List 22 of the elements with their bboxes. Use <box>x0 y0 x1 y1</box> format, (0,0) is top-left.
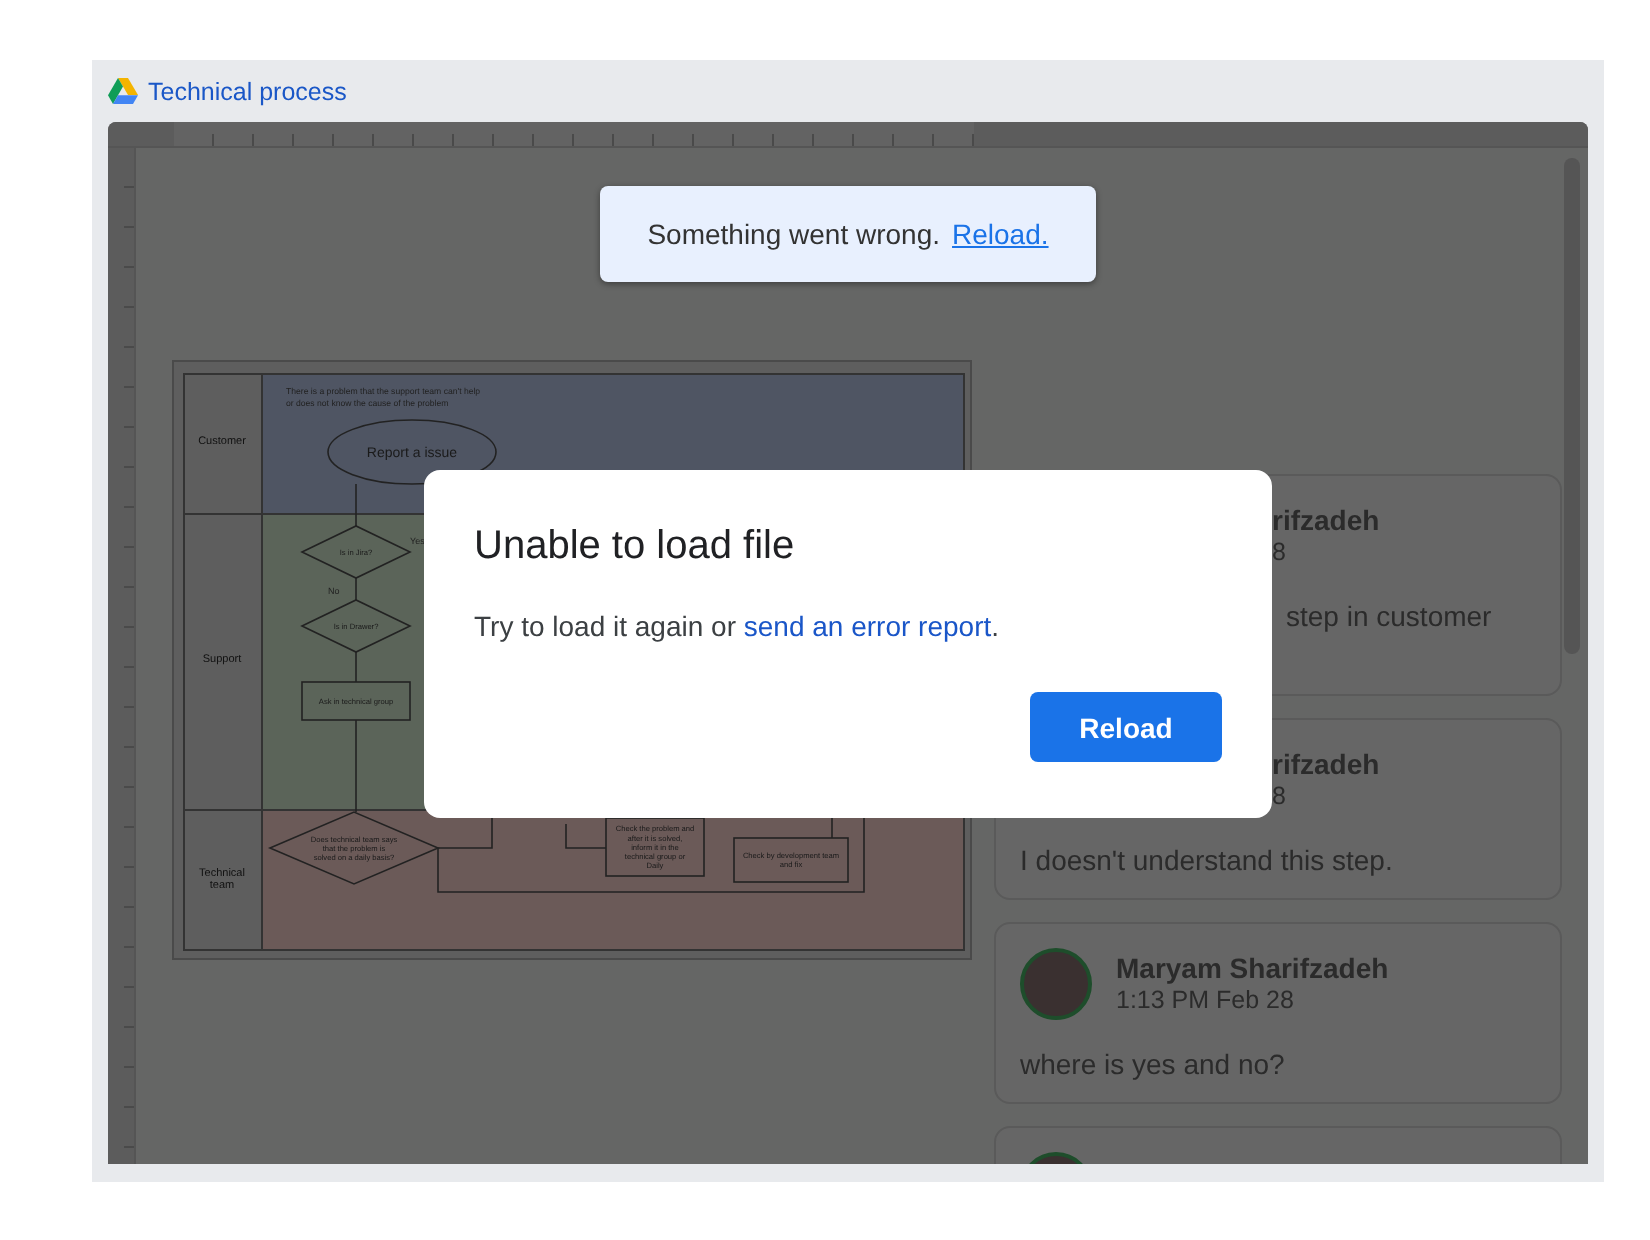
avatar <box>1020 948 1092 1020</box>
connector-line <box>355 719 357 813</box>
connector-line <box>355 577 357 601</box>
comment-time: 8 <box>1272 782 1288 812</box>
error-report-link[interactable]: send an error report <box>743 610 992 642</box>
document-title[interactable]: Technical process <box>148 77 347 105</box>
dialog-message: Try to load it again or send an error report. <box>474 608 1002 646</box>
reload-button[interactable]: Reload <box>1030 692 1222 762</box>
reload-link[interactable]: Reload. <box>952 218 1049 250</box>
comment-time: 1:13 PM Feb 28 <box>1116 986 1296 1016</box>
comment-author: rifzadeh <box>1272 504 1380 538</box>
connector-line <box>355 483 357 527</box>
drive-logo-icon <box>108 78 138 104</box>
comment-author: rifzadeh <box>1272 748 1380 782</box>
comment-text: where is yes and no? <box>1020 1048 1287 1082</box>
comment-time: 8 <box>1272 538 1288 568</box>
connector-line <box>355 651 357 683</box>
comment-author: Maryam Sharifzadeh <box>1116 952 1389 986</box>
dialog-title: Unable to load file <box>474 522 797 572</box>
comment-text: step in customer <box>1284 600 1494 634</box>
comment-text: I doesn't understand this step. <box>1020 844 1395 878</box>
toast-message: Something went wrong. <box>647 218 941 250</box>
